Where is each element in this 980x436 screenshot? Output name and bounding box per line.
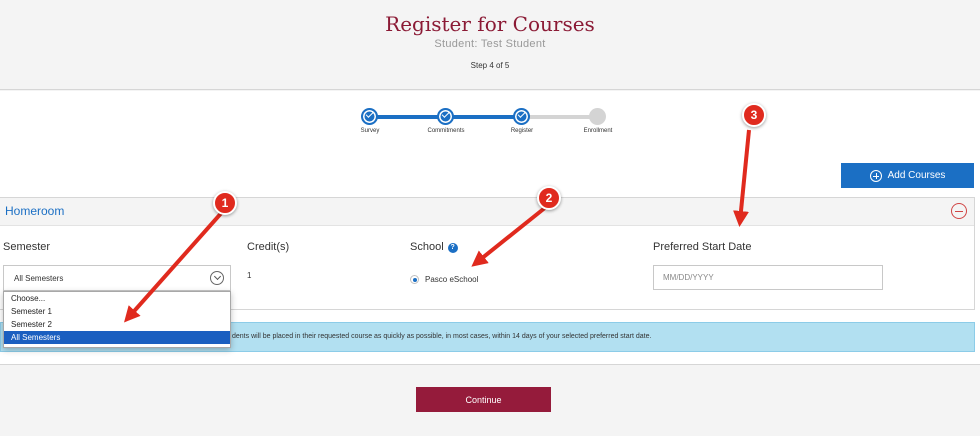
- annotation-badge-3: 3: [742, 103, 766, 127]
- semester-select-value: All Semesters: [14, 274, 64, 283]
- check-icon: [365, 110, 374, 118]
- chevron-down-icon[interactable]: [210, 271, 224, 285]
- school-radio[interactable]: [410, 275, 419, 284]
- start-date-column-header: Preferred Start Date: [653, 241, 752, 253]
- step-register-marker: [513, 108, 530, 125]
- semester-option-choose[interactable]: Choose...: [4, 292, 230, 305]
- credits-column-header: Credit(s): [247, 241, 290, 253]
- progress-stepper: Survey Commitments Register Enrollment: [360, 106, 612, 146]
- school-name[interactable]: Pasco eSchool: [425, 275, 478, 284]
- step-commitments-marker: [437, 108, 454, 125]
- annotation-badge-1: 1: [213, 191, 237, 215]
- check-icon: [517, 110, 526, 118]
- progress-line-remaining: [529, 115, 597, 119]
- semester-dropdown-list: Choose... Semester 1 Semester 2 All Seme…: [3, 291, 231, 348]
- continue-button[interactable]: Continue: [416, 387, 551, 412]
- semester-option-semester-2[interactable]: Semester 2: [4, 318, 230, 331]
- step-indicator: Step 4 of 5: [470, 61, 510, 70]
- step-survey-marker: [361, 108, 378, 125]
- student-name: Student: Test Student: [434, 38, 546, 50]
- step-enrollment-marker: [589, 108, 606, 125]
- collapse-icon[interactable]: [951, 203, 967, 219]
- page-header: Register for Courses Student: Test Stude…: [0, 0, 980, 90]
- preferred-start-date-input[interactable]: [653, 265, 883, 290]
- step-label-commitments: Commitments: [427, 128, 465, 134]
- continue-label: Continue: [465, 394, 502, 405]
- notice-text: dents will be placed in their requested …: [232, 333, 652, 340]
- semester-option-all-semesters[interactable]: All Semesters: [4, 331, 230, 344]
- semester-column-header: Semester: [3, 241, 51, 253]
- semester-select[interactable]: All Semesters: [3, 265, 231, 291]
- add-courses-button[interactable]: Add Courses: [841, 163, 974, 188]
- semester-option-semester-1[interactable]: Semester 1: [4, 305, 230, 318]
- school-column-label: School: [410, 241, 444, 253]
- add-courses-label: Add Courses: [887, 170, 946, 181]
- annotation-badge-2: 2: [537, 186, 561, 210]
- step-label-survey: Survey: [360, 128, 380, 134]
- plus-circle-icon: [869, 169, 882, 182]
- page-title: Register for Courses: [385, 12, 595, 36]
- course-title: Homeroom: [5, 204, 65, 218]
- school-column-header: School?: [410, 241, 458, 253]
- help-icon[interactable]: ?: [447, 243, 458, 253]
- check-icon: [441, 110, 450, 118]
- step-label-enrollment: Enrollment: [583, 128, 613, 134]
- step-label-register: Register: [510, 128, 534, 134]
- credits-value: 1: [247, 271, 252, 280]
- course-panel-header[interactable]: Homeroom: [0, 198, 974, 226]
